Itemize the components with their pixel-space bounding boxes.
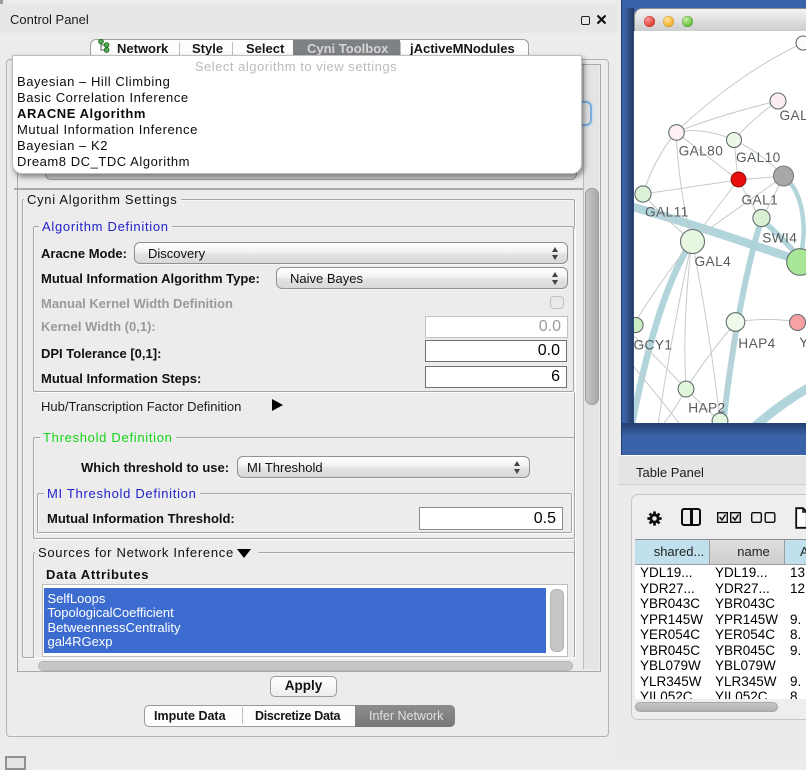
svg-text:HAP2: HAP2 [688, 401, 725, 416]
svg-text:GAL4: GAL4 [695, 254, 732, 269]
svg-text:GCY1: GCY1 [634, 338, 672, 353]
svg-text:GAL11: GAL11 [645, 205, 689, 220]
svg-text:SWI4: SWI4 [762, 230, 797, 245]
svg-text:GAL7: GAL7 [780, 108, 806, 123]
svg-text:Y: Y [799, 335, 806, 350]
svg-text:GAL1: GAL1 [742, 192, 779, 207]
svg-text:HAP4: HAP4 [738, 336, 775, 351]
svg-text:GAL10: GAL10 [736, 150, 781, 165]
svg-text:GAL80: GAL80 [679, 144, 724, 159]
